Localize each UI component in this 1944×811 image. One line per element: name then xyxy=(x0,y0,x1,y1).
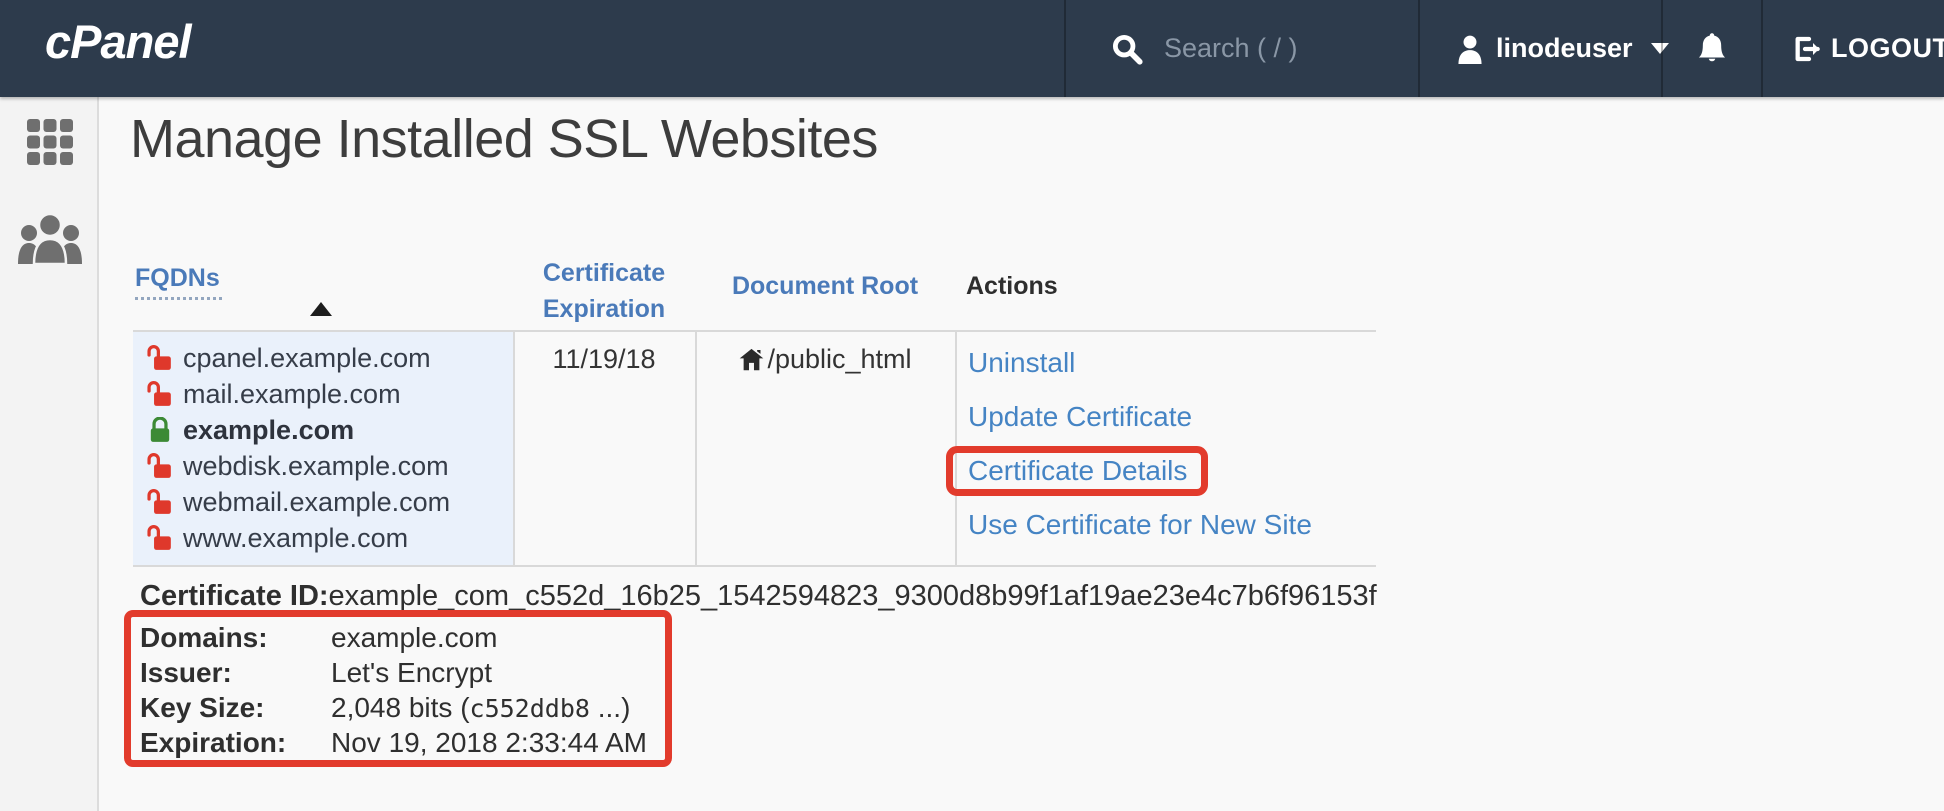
actions-cell: Uninstall Update Certificate Certificate… xyxy=(968,336,1378,552)
user-icon xyxy=(1456,34,1484,64)
key-fingerprint: c552ddb8 xyxy=(470,694,590,723)
certificate-id-line: Certificate ID:example_com_c552d_16b25_1… xyxy=(140,580,1377,613)
user-group-icon xyxy=(17,212,83,264)
fqdn-entry: www.example.com xyxy=(147,520,513,556)
notifications-button[interactable] xyxy=(1661,0,1761,97)
unlocked-red-icon xyxy=(147,489,173,515)
detail-row-expiration: Expiration: Nov 19, 2018 2:33:44 AM xyxy=(140,725,665,760)
locked-green-icon xyxy=(147,417,173,443)
update-certificate-link[interactable]: Update Certificate xyxy=(968,401,1192,433)
fqdn-entry: cpanel.example.com xyxy=(147,340,513,376)
column-header-fqdns[interactable]: FQDNs xyxy=(135,264,222,300)
page-title: Manage Installed SSL Websites xyxy=(130,108,878,170)
cpanel-screen: cPanel Search ( / ) linodeuser xyxy=(0,0,1944,811)
highlight-box-certificate-summary: Domains: example.com Issuer: Let's Encry… xyxy=(124,610,672,767)
unlocked-red-icon xyxy=(147,345,173,371)
sidebar-item-users[interactable] xyxy=(0,212,99,264)
detail-row-domains: Domains: example.com xyxy=(140,620,665,655)
grid-icon xyxy=(26,118,74,166)
unlocked-red-icon xyxy=(147,381,173,407)
column-header-cert-expiration[interactable]: Certificate Expiration xyxy=(513,255,695,327)
unlocked-red-icon xyxy=(147,453,173,479)
document-root-path: /public_html xyxy=(767,344,911,375)
bell-icon xyxy=(1696,32,1728,66)
sort-ascending-icon[interactable] xyxy=(310,302,332,316)
username-label: linodeuser xyxy=(1496,33,1633,64)
detail-row-issuer: Issuer: Let's Encrypt xyxy=(140,655,665,690)
fqdn-cell: cpanel.example.com mail.example.com exam… xyxy=(133,332,513,565)
certificate-id-value: example_com_c552d_16b25_1542594823_9300d… xyxy=(329,580,1377,612)
logout-button[interactable]: LOGOUT xyxy=(1761,0,1944,97)
search-placeholder: Search ( / ) xyxy=(1164,33,1298,64)
highlight-box-certificate-details: Certificate Details xyxy=(946,446,1208,496)
cert-expiration-cell: 11/19/18 xyxy=(513,344,695,375)
logout-label: LOGOUT xyxy=(1831,33,1944,64)
search-icon xyxy=(1110,32,1144,66)
uninstall-link[interactable]: Uninstall xyxy=(968,347,1075,379)
certificate-details-link[interactable]: Certificate Details xyxy=(968,455,1187,487)
unlocked-red-icon xyxy=(147,525,173,551)
table-row-divider xyxy=(133,565,1376,567)
certificate-id-label: Certificate ID: xyxy=(140,580,329,612)
fqdn-entry: mail.example.com xyxy=(147,376,513,412)
logout-icon xyxy=(1791,33,1823,65)
fqdn-entry-primary: example.com xyxy=(147,412,513,448)
fqdn-entry: webdisk.example.com xyxy=(147,448,513,484)
sidebar-item-home[interactable] xyxy=(0,118,99,166)
user-menu[interactable]: linodeuser xyxy=(1418,0,1661,97)
fqdn-entry: webmail.example.com xyxy=(147,484,513,520)
column-header-actions: Actions xyxy=(966,272,1058,301)
detail-row-key-size: Key Size: 2,048 bits (c552ddb8 ...) xyxy=(140,690,665,725)
home-icon xyxy=(738,346,765,373)
left-sidebar xyxy=(0,97,99,811)
top-navbar: cPanel Search ( / ) linodeuser xyxy=(0,0,1944,97)
use-certificate-new-site-link[interactable]: Use Certificate for New Site xyxy=(968,509,1312,541)
column-header-document-root[interactable]: Document Root xyxy=(695,272,955,301)
search-box[interactable]: Search ( / ) xyxy=(1064,0,1418,97)
cpanel-logo[interactable]: cPanel xyxy=(45,14,191,69)
document-root-cell: /public_html xyxy=(695,344,955,375)
